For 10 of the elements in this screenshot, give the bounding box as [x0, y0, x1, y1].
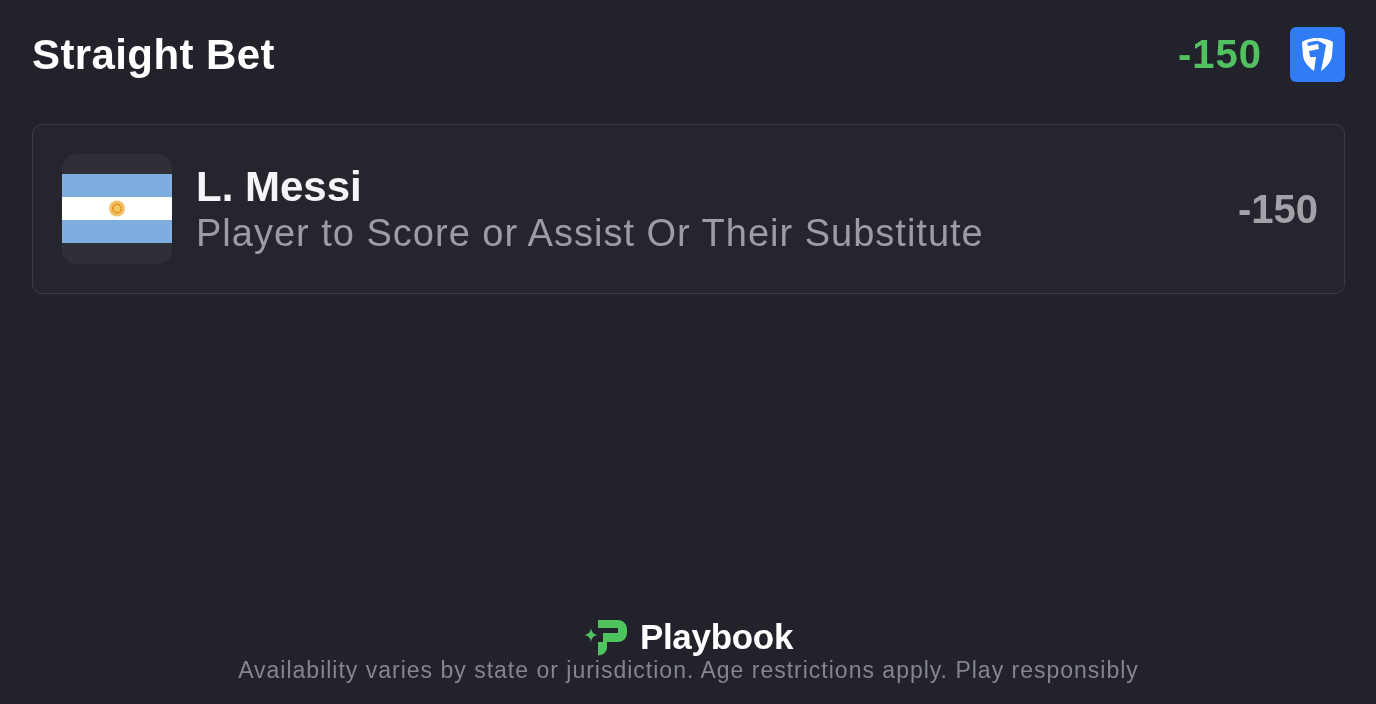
shield-icon	[1290, 27, 1345, 82]
market-name: Player to Score or Assist Or Their Substitute	[196, 211, 985, 255]
total-odds: -150	[1177, 32, 1262, 77]
disclaimer-text: Availability varies by state or jurisdiction. Age restrictions apply. Play responsibly	[238, 657, 1139, 684]
brand-name: Playbook	[639, 617, 794, 657]
bet-title: Straight Bet	[32, 30, 276, 79]
flag-icon	[62, 154, 172, 264]
player-name: L. Messi	[196, 163, 363, 211]
selection-odds: -150	[1237, 186, 1318, 232]
logo-icon	[583, 618, 628, 656]
